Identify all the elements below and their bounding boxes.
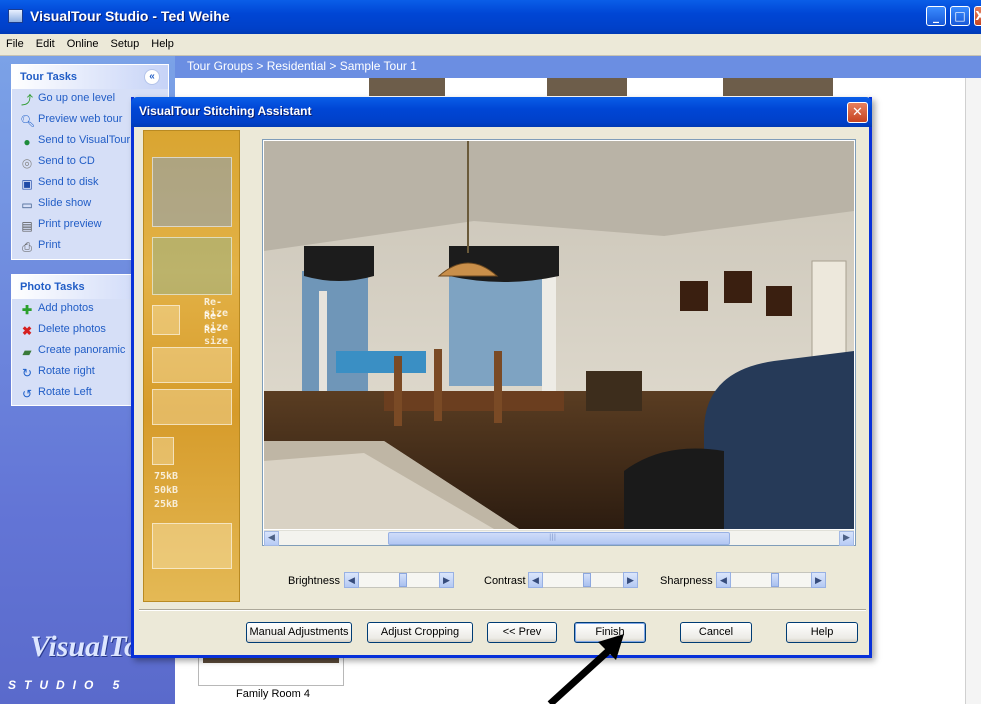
task-label: Go up one level	[38, 92, 116, 104]
size-label: 50kB	[154, 485, 179, 496]
size-label: 25kB	[154, 499, 179, 510]
add-icon: ✚	[21, 303, 33, 317]
stitching-assistant-dialog: VisualTour Stitching Assistant ✕ Re-size…	[131, 97, 872, 658]
menu-edit[interactable]: Edit	[30, 34, 61, 50]
tour-tasks-title: Tour Tasks	[20, 71, 78, 83]
chevron-left-icon[interactable]: ◀	[716, 572, 731, 588]
sharpness-label: Sharpness	[660, 575, 713, 587]
vertical-scrollbar[interactable]	[965, 78, 981, 704]
thumbnail-caption: Family Room 4	[236, 688, 310, 700]
contrast-label: Contrast	[484, 575, 526, 587]
contrast-slider[interactable]: ◀ ▶	[528, 572, 638, 588]
preview-horizontal-scrollbar[interactable]: ◀ ||| ▶	[264, 530, 854, 546]
help-button[interactable]: Help	[786, 622, 858, 643]
breadcrumb[interactable]: Tour Groups > Residential > Sample Tour …	[187, 59, 417, 73]
room-panorama-image	[264, 141, 854, 529]
task-label: Send to VisualTour	[38, 134, 131, 146]
task-label: Rotate right	[38, 365, 95, 377]
dialog-close-button[interactable]: ✕	[847, 102, 868, 123]
panorama-icon: ▰	[22, 345, 32, 359]
building-illustration	[152, 389, 232, 425]
chevron-right-icon[interactable]: ▶	[439, 572, 454, 588]
rotate-right-icon: ↻	[21, 366, 33, 380]
task-label: Print	[38, 239, 61, 251]
scroll-thumb[interactable]: |||	[388, 532, 730, 545]
sharpness-slider[interactable]: ◀ ▶	[716, 572, 826, 588]
scroll-right-icon[interactable]: ▶	[839, 531, 854, 546]
collapse-icon[interactable]: «	[144, 69, 160, 85]
scroll-left-icon[interactable]: ◀	[264, 531, 279, 546]
menu-file[interactable]: File	[0, 34, 30, 50]
task-label: Delete photos	[38, 323, 106, 335]
manual-adjustments-button[interactable]: Manual Adjustments	[246, 622, 352, 643]
thumbnail[interactable]	[723, 78, 833, 96]
task-label: Rotate Left	[38, 386, 92, 398]
tour-tasks-header[interactable]: Tour Tasks «	[12, 65, 168, 89]
resize-label: Re-size	[204, 325, 229, 347]
task-label: Send to CD	[38, 155, 95, 167]
adjust-cropping-button[interactable]: Adjust Cropping	[367, 622, 473, 643]
task-label: Send to disk	[38, 176, 99, 188]
thumbnail[interactable]	[369, 78, 445, 96]
building-illustration	[152, 523, 232, 569]
app-icon	[8, 9, 23, 23]
monitor-icon: ▭	[21, 198, 33, 212]
panorama-illustration	[152, 237, 232, 295]
app-title: VisualTour Studio - Ted Weihe	[30, 8, 230, 24]
wizard-side-illustration: Re-size Re-size Re-size 75kB 50kB 25kB	[143, 130, 240, 602]
menu-help[interactable]: Help	[145, 34, 180, 50]
delete-icon: ✖	[21, 324, 33, 338]
annotation-arrow-icon	[547, 634, 624, 704]
logo-word: VisualTo	[30, 630, 139, 663]
close-button[interactable]: X	[974, 6, 981, 26]
chevron-right-icon[interactable]: ▶	[811, 572, 826, 588]
photo-tasks-title: Photo Tasks	[20, 281, 85, 293]
logo-sub: STUDIO 5	[8, 678, 128, 692]
minimize-button[interactable]: _	[926, 6, 946, 26]
chevron-left-icon[interactable]: ◀	[344, 572, 359, 588]
thumbnail[interactable]	[547, 78, 627, 96]
brightness-label: Brightness	[288, 575, 340, 587]
task-label: Create panoramic	[38, 344, 126, 356]
app-titlebar[interactable]: VisualTour Studio - Ted Weihe _ □ X	[0, 0, 981, 34]
floppy-icon: ▣	[21, 177, 33, 191]
globe-icon: ●	[23, 135, 31, 149]
cd-icon: ◎	[21, 156, 33, 170]
task-label: Slide show	[38, 197, 92, 209]
resize-illustration	[152, 305, 180, 335]
panorama-photo	[264, 141, 854, 529]
size-label: 75kB	[154, 471, 179, 482]
thumbnail-family-room-4[interactable]	[198, 654, 344, 686]
task-label: Print preview	[38, 218, 102, 230]
dialog-titlebar[interactable]: VisualTour Stitching Assistant ✕	[131, 97, 872, 127]
brightness-slider[interactable]: ◀ ▶	[344, 572, 454, 588]
menu-bar: File Edit Online Setup Help	[0, 34, 981, 56]
task-label: Add photos	[38, 302, 94, 314]
printer-icon: ⎙	[22, 240, 32, 254]
cancel-button[interactable]: Cancel	[680, 622, 752, 643]
slider-thumb[interactable]	[582, 573, 591, 587]
up-folder-icon: ⤴	[20, 93, 33, 107]
dialog-title: VisualTour Stitching Assistant	[139, 104, 312, 118]
magnifier-icon: 🔍︎	[20, 114, 36, 128]
chevron-left-icon[interactable]: ◀	[528, 572, 543, 588]
rotate-left-icon: ↺	[21, 387, 33, 401]
browser-illustration	[152, 157, 232, 227]
panorama-preview: ◀ ||| ▶	[262, 139, 856, 546]
print-preview-icon: ▤	[21, 219, 33, 233]
menu-online[interactable]: Online	[61, 34, 105, 50]
task-label: Preview web tour	[38, 113, 123, 125]
slider-thumb[interactable]	[770, 573, 779, 587]
maximize-button[interactable]: □	[950, 6, 970, 26]
slider-thumb[interactable]	[398, 573, 407, 587]
building-illustration	[152, 347, 232, 383]
breadcrumb-bar: Tour Groups > Residential > Sample Tour …	[175, 56, 981, 78]
dialog-separator	[139, 609, 866, 611]
scroll-grip: |||	[549, 533, 557, 541]
chevron-right-icon[interactable]: ▶	[623, 572, 638, 588]
file-size-illustration	[152, 437, 174, 465]
menu-setup[interactable]: Setup	[105, 34, 146, 50]
